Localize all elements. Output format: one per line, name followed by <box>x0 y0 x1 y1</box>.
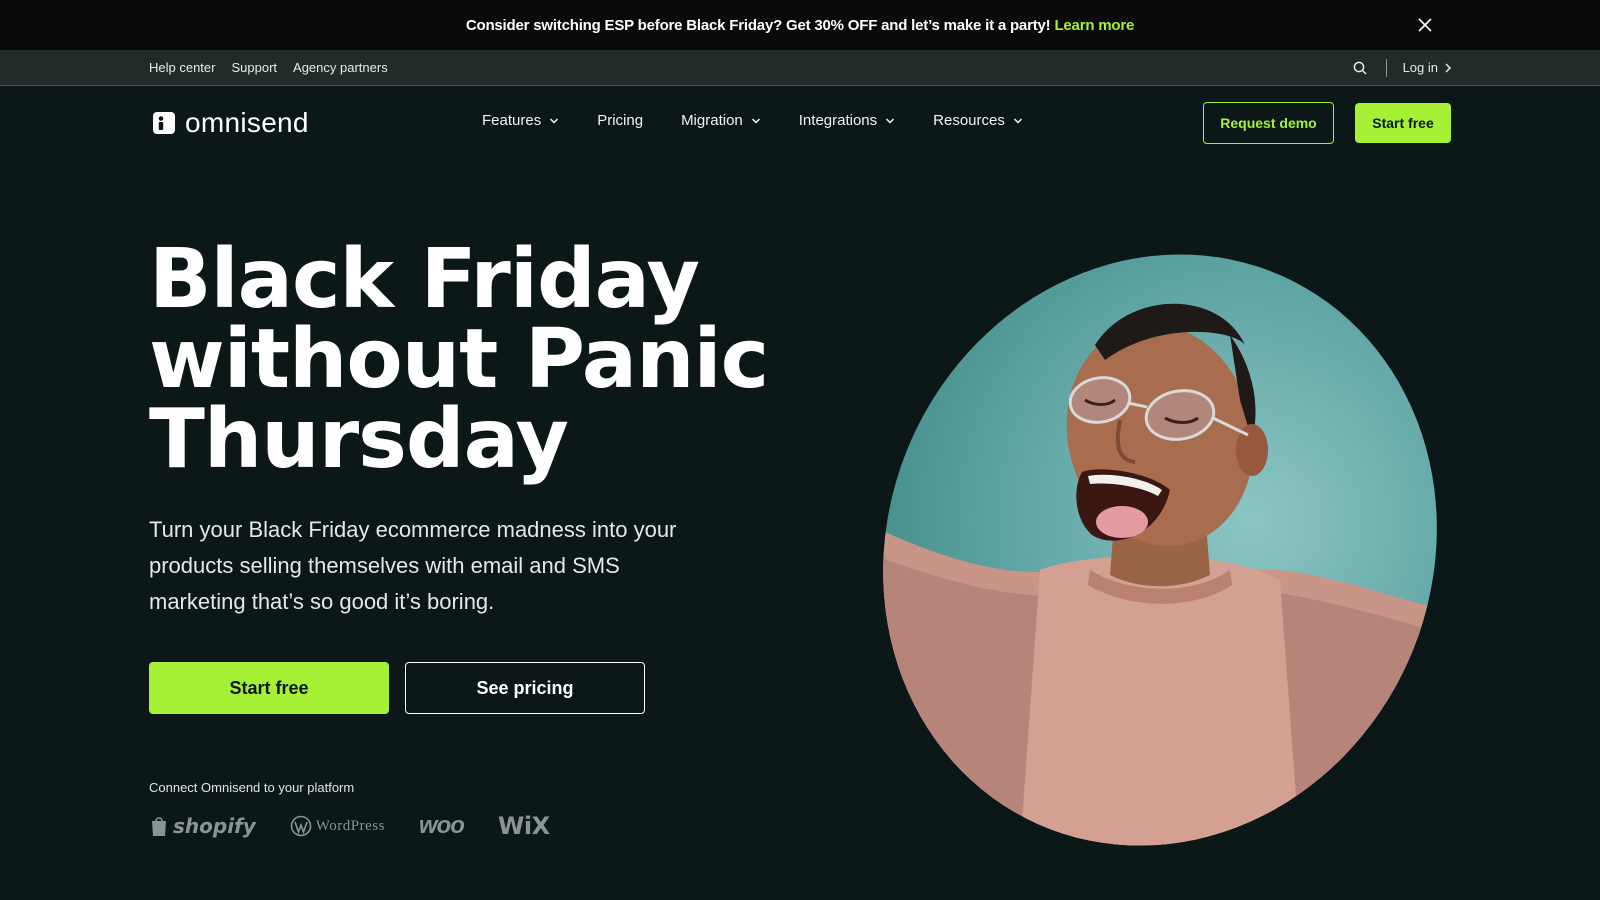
close-icon[interactable] <box>1415 15 1435 35</box>
woo-text: woo <box>418 812 465 839</box>
login-label: Log in <box>1402 60 1438 75</box>
announcement-learn-more-link[interactable]: Learn more <box>1054 17 1134 34</box>
wordpress-logo[interactable]: WordPress <box>290 815 385 837</box>
nav-item-integrations[interactable]: Integrations <box>799 112 895 129</box>
agency-partners-link[interactable]: Agency partners <box>293 60 388 75</box>
nav-item-label: Migration <box>681 112 743 129</box>
hero-title: Black Friday without Panic Thursday <box>149 232 769 487</box>
login-link[interactable]: Log in <box>1403 60 1452 75</box>
announcement-text: Consider switching ESP before Black Frid… <box>465 16 1051 34</box>
wix-logo[interactable]: WiX <box>498 812 550 840</box>
omnisend-logo[interactable]: omnisend <box>153 107 309 139</box>
chevron-right-icon <box>1445 62 1452 73</box>
nav-item-label: Integrations <box>798 112 878 129</box>
nav-item-features[interactable]: Features <box>482 112 559 129</box>
chevron-down-icon <box>886 117 895 124</box>
platform-logos: shopify WordPress woo WiX <box>149 812 550 840</box>
wix-text: WiX <box>497 812 550 840</box>
hero-title-line: without Panic <box>149 312 769 407</box>
shopify-text: shopify <box>173 814 256 838</box>
shopify-logo[interactable]: shopify <box>149 814 256 838</box>
nav-menu: Features Pricing Migration Integrations … <box>482 112 1023 129</box>
chevron-down-icon <box>550 117 559 124</box>
hero-title-line: Thursday <box>149 392 569 487</box>
shopify-bag-icon <box>152 817 166 836</box>
utility-bar: Help center Support Agency partners Log … <box>0 50 1600 86</box>
support-link[interactable]: Support <box>231 60 277 75</box>
nav-item-migration[interactable]: Migration <box>681 112 761 129</box>
wordpress-text: WordPress <box>315 817 385 834</box>
chevron-down-icon <box>1013 117 1022 124</box>
hero-subtitle: Turn your Black Friday ecommerce madness… <box>149 517 677 614</box>
hero-cta-row: Start free See pricing <box>149 662 645 714</box>
start-free-nav-button[interactable]: Start free <box>1355 103 1451 143</box>
nav-item-label: Resources <box>933 112 1005 129</box>
hero-photo <box>860 250 1460 850</box>
divider <box>1385 58 1387 77</box>
wordpress-icon <box>290 815 312 837</box>
nav-item-pricing[interactable]: Pricing <box>597 112 643 129</box>
main-nav: omnisend Features Pricing Migration Inte… <box>0 86 1600 158</box>
hero-title-line: Black Friday <box>149 232 700 327</box>
nav-item-resources[interactable]: Resources <box>933 112 1023 129</box>
announcement-bar: Consider switching ESP before Black Frid… <box>0 0 1600 50</box>
logo-text: omnisend <box>185 107 309 138</box>
request-demo-button[interactable]: Request demo <box>1203 102 1334 144</box>
search-icon[interactable] <box>1352 60 1368 76</box>
woo-logo[interactable]: woo <box>418 812 465 840</box>
omnisend-logo-icon <box>153 112 175 134</box>
platform-label: Connect Omnisend to your platform <box>149 780 355 795</box>
nav-item-label: Features <box>482 112 542 129</box>
start-free-button[interactable]: Start free <box>149 662 389 714</box>
see-pricing-button[interactable]: See pricing <box>405 662 645 714</box>
chevron-down-icon <box>751 117 760 124</box>
nav-item-label: Pricing <box>597 112 644 129</box>
utility-right: Log in <box>1352 58 1452 77</box>
utility-links: Help center Support Agency partners <box>149 60 388 75</box>
help-center-link[interactable]: Help center <box>149 60 215 75</box>
